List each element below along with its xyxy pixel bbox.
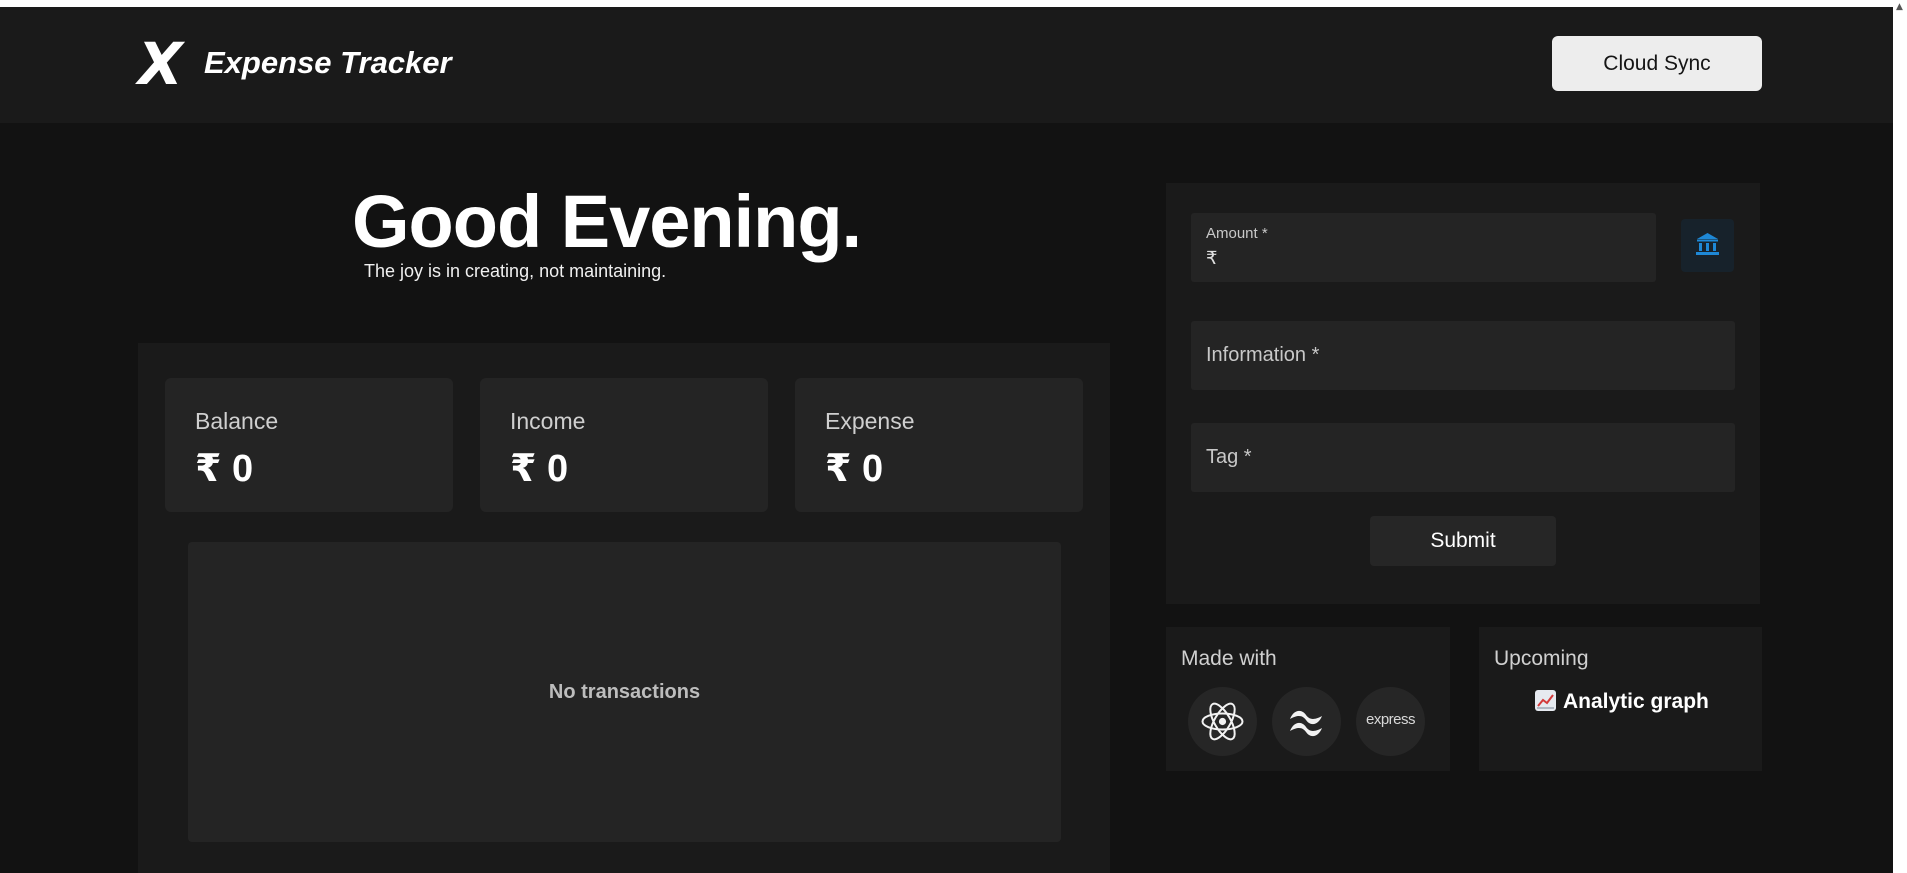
tag-field[interactable]: Tag * — [1191, 423, 1735, 492]
information-label: Information * — [1206, 344, 1320, 366]
income-value: ₹ 0 — [510, 448, 569, 490]
empty-state-text: No transactions — [548, 681, 701, 703]
tailwind-icon — [1290, 710, 1322, 737]
bank-icon — [1696, 233, 1719, 255]
upcoming-panel: Upcoming Analytic graph — [1479, 627, 1762, 771]
amount-input[interactable] — [1206, 248, 1606, 269]
made-with-panel: Made with express — [1166, 627, 1450, 771]
tagline: The joy is in creating, not maintaining. — [364, 261, 667, 281]
logo-icon[interactable]: X — [138, 35, 183, 93]
expense-label: Expense — [825, 408, 915, 434]
upcoming-item: Analytic graph — [1535, 690, 1709, 714]
amount-label: Amount * — [1206, 225, 1268, 242]
summary-panel: Balance ₹ 0 Income ₹ 0 Expense ₹ 0 No tr… — [138, 343, 1110, 873]
information-field[interactable]: Information * — [1191, 321, 1735, 390]
income-label: Income — [510, 408, 586, 434]
express-icon-text: express — [1365, 711, 1416, 728]
balance-label: Balance — [195, 408, 279, 434]
express-logo[interactable]: express — [1356, 687, 1425, 756]
greeting-heading: Good Evening. — [352, 180, 862, 263]
app-title: Expense Tracker — [204, 45, 452, 80]
balance-value: ₹ 0 — [195, 448, 254, 490]
submit-button[interactable]: Submit — [1370, 516, 1556, 566]
amount-field[interactable]: Amount * — [1191, 213, 1656, 282]
bank-account-button[interactable] — [1681, 219, 1734, 272]
scrollbar[interactable]: ▲ — [1893, 0, 1907, 873]
expense-card: Expense ₹ 0 — [795, 378, 1083, 512]
upcoming-title: Upcoming — [1494, 647, 1589, 670]
react-icon — [1201, 702, 1244, 741]
cloud-sync-button[interactable]: Cloud Sync — [1552, 36, 1762, 91]
app-header: X Expense Tracker Cloud Sync — [0, 7, 1893, 123]
tailwind-logo[interactable] — [1272, 687, 1341, 756]
chart-increasing-icon — [1535, 690, 1556, 711]
transaction-form: Amount * Information * Tag * Submit — [1166, 183, 1760, 604]
made-with-title: Made with — [1181, 647, 1277, 670]
transactions-list: No transactions — [188, 542, 1061, 842]
income-card: Income ₹ 0 — [480, 378, 768, 512]
scroll-up-arrow-icon[interactable]: ▲ — [1896, 2, 1903, 12]
app-viewport: X Expense Tracker Cloud Sync Good Evenin… — [0, 7, 1893, 873]
expense-value: ₹ 0 — [825, 448, 884, 490]
tag-label: Tag * — [1206, 446, 1252, 468]
balance-card: Balance ₹ 0 — [165, 378, 453, 512]
upcoming-item-label: Analytic graph — [1563, 690, 1709, 713]
react-logo[interactable] — [1188, 687, 1257, 756]
